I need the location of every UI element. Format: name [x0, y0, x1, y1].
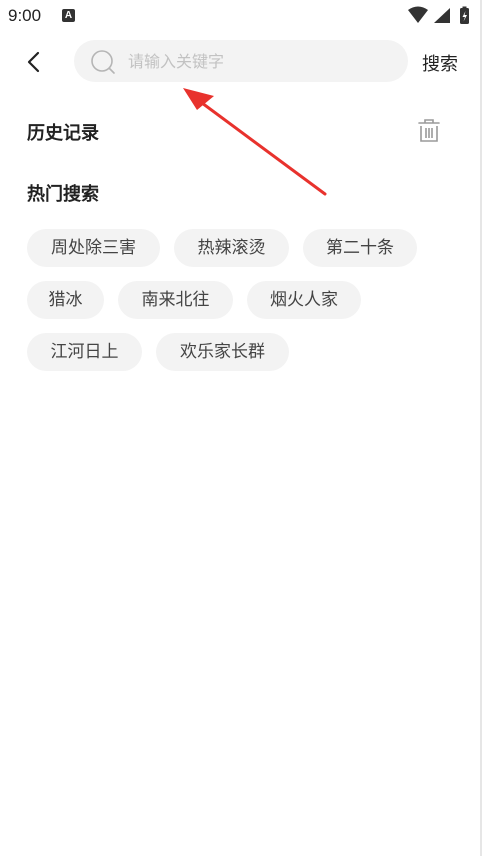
search-header: 搜索 — [0, 40, 482, 84]
search-button[interactable]: 搜索 — [422, 50, 458, 76]
back-button[interactable] — [20, 48, 48, 76]
wifi-icon — [408, 6, 428, 23]
status-icons — [408, 6, 469, 24]
hot-search-title: 热门搜索 — [27, 184, 99, 205]
status-bar: 9:00 A — [0, 0, 482, 32]
clear-history-button[interactable] — [414, 116, 444, 146]
search-box[interactable] — [74, 40, 408, 82]
trash-icon — [418, 119, 440, 142]
search-input[interactable] — [128, 40, 398, 82]
hot-search-chip[interactable]: 猎冰 — [27, 281, 104, 319]
history-title: 历史记录 — [27, 123, 99, 144]
hot-search-chip[interactable]: 周处除三害 — [27, 229, 160, 267]
hot-search-chip[interactable]: 热辣滚烫 — [174, 229, 289, 267]
hot-search-chip[interactable]: 南来北往 — [118, 281, 233, 319]
hot-search-chip[interactable]: 江河日上 — [27, 333, 142, 371]
search-icon — [91, 50, 115, 74]
hot-search-chip[interactable]: 第二十条 — [303, 229, 417, 267]
chevron-left-icon — [27, 51, 40, 73]
cell-signal-icon — [434, 8, 450, 23]
a-letter-icon: A — [62, 9, 75, 22]
hot-search-chip[interactable]: 欢乐家长群 — [156, 333, 289, 371]
status-time: 9:00 — [8, 6, 42, 25]
hot-search-chip[interactable]: 烟火人家 — [247, 281, 361, 319]
